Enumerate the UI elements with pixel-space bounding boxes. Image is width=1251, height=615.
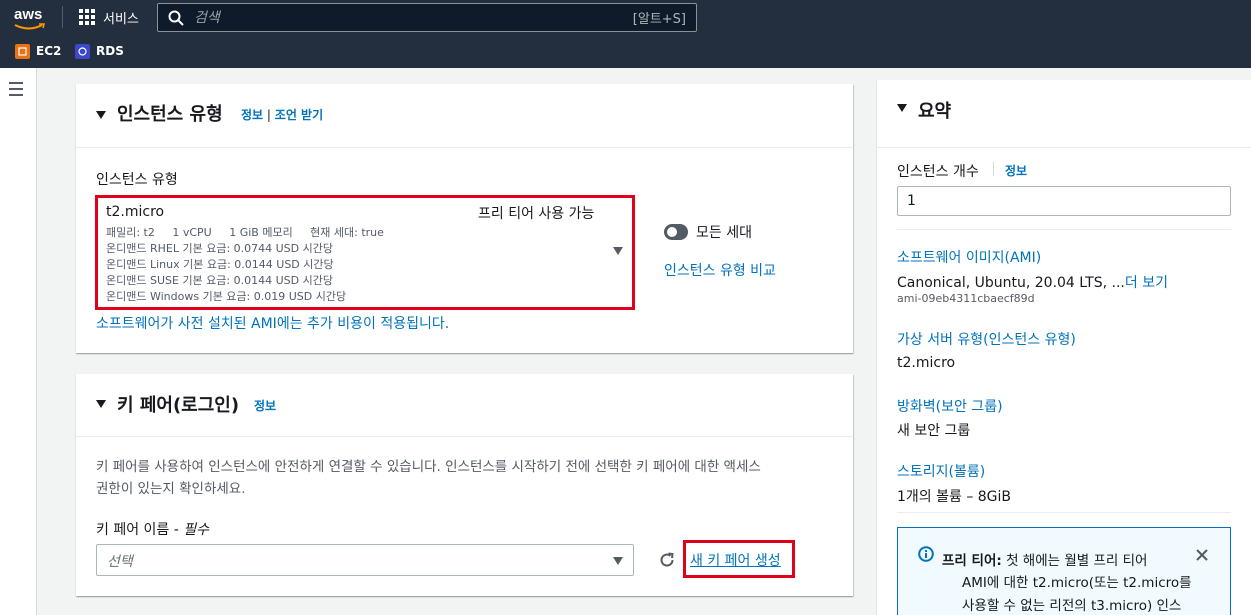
favorite-rds[interactable]: RDS <box>75 42 124 60</box>
instance-type-field-label: 인스턴스 유형 <box>96 172 178 188</box>
summary-divider <box>897 512 1231 513</box>
ami-value-text: Canonical, Ubuntu, 20.04 LTS, ... <box>897 275 1125 291</box>
firewall-value: 새 보안 그룹 <box>897 423 971 439</box>
search-shortcut: [알트+S] <box>632 12 686 27</box>
instance-type-info-link[interactable]: 정보 <box>241 108 263 122</box>
key-pair-name-label: 키 페어 이름 - 필수 <box>96 519 209 539</box>
instance-count-input[interactable]: 1 <box>897 186 1231 216</box>
favorite-rds-label: RDS <box>96 44 124 58</box>
aws-smile-icon <box>14 23 46 30</box>
favorite-ec2[interactable]: EC2 <box>15 42 61 60</box>
free-tier-text-1: 첫 해에는 월별 프리 티어 <box>1001 553 1148 569</box>
ami-id: ami-09eb4311cbaecf89d <box>897 292 1035 305</box>
search-icon <box>168 10 184 26</box>
key-pair-name-text: 키 페어 이름 - <box>96 522 184 538</box>
collapse-caret-icon[interactable] <box>897 104 907 112</box>
key-pair-select[interactable]: 선택 <box>96 544 634 576</box>
info-icon <box>918 546 934 562</box>
advice-link[interactable]: 조언 받기 <box>275 108 323 122</box>
ami-cost-note-link[interactable]: 소프트웨어가 사전 설치된 AMI에는 추가 비용이 적용됩니다. <box>96 313 449 333</box>
free-tier-line-1: 프리 티어: 첫 해에는 월별 프리 티어 <box>942 549 1147 569</box>
key-pair-panel: 키 페어(로그인) 정보 키 페어를 사용하여 인스턴스에 안전하게 연결할 수… <box>76 374 853 596</box>
key-pair-description-2: 권한이 있는지 확인하세요. <box>96 481 246 497</box>
instance-count-info-link[interactable]: 정보 <box>1005 162 1027 179</box>
refresh-icon[interactable] <box>658 551 676 569</box>
nav-separator <box>62 6 63 28</box>
instance-count-label: 인스턴스 개수 <box>897 164 979 180</box>
services-label: 서비스 <box>103 11 139 27</box>
services-menu-button[interactable]: 서비스 <box>79 6 139 28</box>
search-input[interactable] <box>194 9 633 26</box>
free-tier-line-3: 사용할 수 없는 리전의 t3.micro) 인스 <box>962 598 1182 614</box>
ami-link[interactable]: 소프트웨어 이미지(AMI) <box>897 247 1041 267</box>
dropdown-caret-icon <box>613 557 623 565</box>
compare-instance-types-link[interactable]: 인스턴스 유형 비교 <box>664 260 776 280</box>
ami-more-link[interactable]: 더 보기 <box>1125 275 1168 291</box>
aws-logo-text: aws <box>14 6 43 23</box>
free-tier-line-2: AMI에 대한 t2.micro(또는 t2.micro를 <box>962 575 1192 591</box>
header-link-divider: | <box>266 108 271 122</box>
top-navigation: aws 서비스 [알트+S] EC2 RDS <box>0 0 1251 68</box>
free-tier-title: 프리 티어: <box>942 553 1002 569</box>
create-key-pair-link[interactable]: 새 키 페어 생성 <box>690 550 781 570</box>
ec2-icon <box>15 43 30 59</box>
summary-title: 요약 <box>918 101 952 122</box>
key-pair-header: 키 페어(로그인) 정보 <box>76 374 853 437</box>
collapse-caret-icon[interactable] <box>96 400 106 408</box>
key-pair-select-placeholder: 선택 <box>107 554 133 570</box>
highlight-box-instance-type <box>95 195 635 310</box>
summary-panel: 요약 인스턴스 개수 정보 1 소프트웨어 이미지(AMI) Canonical… <box>877 80 1251 615</box>
firewall-link[interactable]: 방화벽(보안 그룹) <box>897 396 1003 416</box>
instance-type-title: 인스턴스 유형 <box>117 104 223 125</box>
all-generations-label: 모든 세대 <box>696 225 752 241</box>
key-pair-title: 키 페어(로그인) <box>117 395 240 416</box>
all-generations-toggle[interactable] <box>664 224 688 240</box>
required-label: 필수 <box>183 522 210 538</box>
storage-value: 1개의 볼륨 – 8GiB <box>897 489 1012 505</box>
ami-value: Canonical, Ubuntu, 20.04 LTS, ...더 보기 <box>897 272 1168 292</box>
favorite-ec2-label: EC2 <box>36 44 62 58</box>
left-rail <box>0 68 37 615</box>
instance-count-value: 1 <box>907 193 916 209</box>
menu-icon[interactable] <box>9 82 23 100</box>
aws-logo[interactable]: aws <box>14 6 48 32</box>
label-divider <box>993 162 994 176</box>
key-pair-description-1: 키 페어를 사용하여 인스턴스에 안전하게 연결할 수 있습니다. 인스턴스를 … <box>96 459 761 475</box>
grid-icon <box>79 9 95 25</box>
instance-type-summary-link[interactable]: 가상 서버 유형(인스턴스 유형) <box>897 329 1076 349</box>
instance-type-summary-value: t2.micro <box>897 355 956 371</box>
summary-divider <box>897 229 1231 230</box>
free-tier-info-box: 프리 티어: 첫 해에는 월별 프리 티어 AMI에 대한 t2.micro(또… <box>897 527 1231 615</box>
instance-type-header-links: 정보 | 조언 받기 <box>241 106 323 123</box>
summary-header: 요약 <box>877 80 1251 148</box>
collapse-caret-icon[interactable] <box>96 111 106 119</box>
instance-type-header: 인스턴스 유형 정보 | 조언 받기 <box>76 84 853 148</box>
close-icon[interactable] <box>1195 548 1209 562</box>
key-pair-info-link[interactable]: 정보 <box>254 397 276 414</box>
search-bar[interactable]: [알트+S] <box>157 3 697 32</box>
rds-icon <box>75 43 90 59</box>
storage-link[interactable]: 스토리지(볼륨) <box>897 461 985 481</box>
instance-type-panel: 인스턴스 유형 정보 | 조언 받기 인스턴스 유형 t2.micro 프리 티… <box>76 84 853 353</box>
